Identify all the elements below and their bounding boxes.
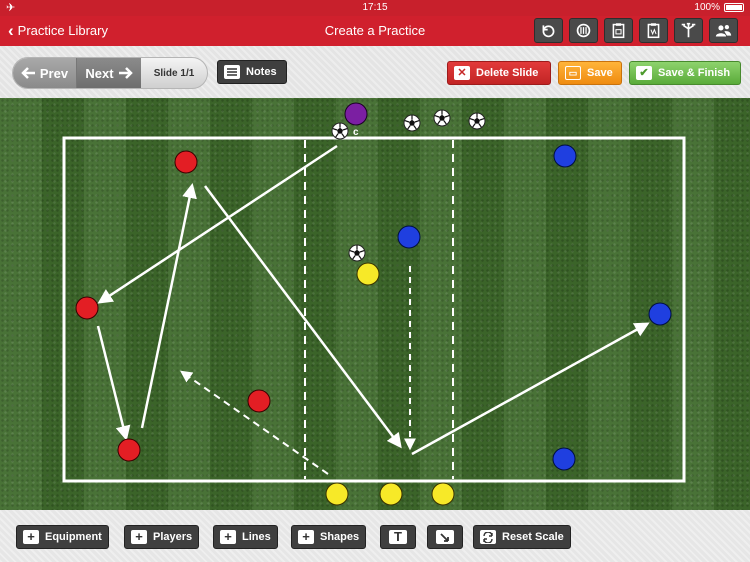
pass-arrow[interactable] — [411, 322, 650, 456]
checkmark-icon: ✔ — [636, 66, 652, 80]
pass-arrow[interactable] — [140, 183, 197, 429]
battery-indicator: 100% — [694, 2, 744, 13]
notes-icon — [224, 65, 240, 79]
clipboard-icon[interactable] — [604, 18, 633, 43]
tree-icon[interactable] — [674, 18, 703, 43]
chevron-left-icon: ‹ — [8, 20, 14, 40]
back-label: Practice Library — [17, 23, 108, 38]
practice-pitch[interactable]: c — [0, 98, 750, 510]
battery-icon — [724, 3, 744, 12]
next-button[interactable]: Next — [77, 58, 141, 88]
soccer-ball-icon[interactable] — [331, 122, 349, 140]
yellow-player[interactable] — [431, 482, 455, 506]
red-player[interactable] — [174, 150, 198, 174]
pen-tool-button[interactable] — [427, 525, 463, 549]
red-player[interactable] — [117, 438, 141, 462]
prev-label: Prev — [39, 65, 69, 81]
close-icon: ✕ — [454, 66, 470, 80]
plus-icon: + — [220, 530, 236, 544]
pen-icon — [436, 530, 454, 544]
slide-navigator: Prev Next Slide 1/1 — [12, 57, 208, 89]
arrow-left-icon — [21, 67, 35, 79]
save-finish-button[interactable]: ✔ Save & Finish — [629, 61, 741, 85]
equipment-button[interactable]: + Equipment — [16, 525, 109, 549]
run-arrow[interactable] — [204, 185, 402, 449]
mirror-icon[interactable] — [569, 18, 598, 43]
blue-player[interactable] — [648, 302, 672, 326]
reset-scale-label: Reset Scale — [502, 531, 564, 543]
yellow-player[interactable] — [356, 262, 380, 286]
status-bar: ✈ 17:15 100% — [0, 0, 750, 16]
blue-player[interactable] — [397, 225, 421, 249]
arrow-right-icon — [118, 67, 133, 79]
text-tool-icon: T — [389, 530, 407, 544]
dribble-arrow[interactable] — [180, 370, 329, 475]
shapes-button[interactable]: + Shapes — [291, 525, 367, 549]
back-button[interactable]: ‹ Practice Library — [8, 20, 108, 40]
coach-label: c — [353, 127, 359, 138]
text-tool-button[interactable]: T — [380, 525, 416, 549]
soccer-ball-icon[interactable] — [348, 244, 366, 262]
red-player[interactable] — [247, 389, 271, 413]
nav-bar: ‹ Practice Library Create a Practice — [0, 16, 750, 46]
plus-icon: + — [131, 530, 147, 544]
equipment-label: Equipment — [45, 531, 102, 543]
undo-icon[interactable] — [534, 18, 563, 43]
delete-slide-button[interactable]: ✕ Delete Slide — [447, 61, 551, 85]
next-label: Next — [85, 65, 114, 81]
save-label: Save — [587, 67, 613, 79]
lines-button[interactable]: + Lines — [213, 525, 278, 549]
plus-icon: + — [298, 530, 314, 544]
red-player[interactable] — [75, 296, 99, 320]
notes-button[interactable]: Notes — [217, 60, 287, 84]
page-title: Create a Practice — [324, 23, 426, 38]
plus-icon: + — [23, 530, 39, 544]
save-icon: ▭ — [565, 66, 581, 80]
nav-icon-group — [534, 18, 738, 43]
reset-scale-button[interactable]: Reset Scale — [473, 525, 571, 549]
shapes-label: Shapes — [320, 531, 360, 543]
slide-indicator: Slide 1/1 — [153, 67, 195, 79]
blue-player[interactable] — [552, 447, 576, 471]
players-button[interactable]: + Players — [124, 525, 200, 549]
notes-label: Notes — [246, 66, 277, 78]
reset-icon — [480, 530, 496, 544]
field-boundary — [62, 136, 686, 483]
yellow-player[interactable] — [379, 482, 403, 506]
yellow-player[interactable] — [325, 482, 349, 506]
lines-label: Lines — [242, 531, 271, 543]
battery-percent: 100% — [694, 2, 720, 13]
users-icon[interactable] — [709, 18, 738, 43]
soccer-ball-icon[interactable] — [403, 114, 421, 132]
coach-player[interactable] — [344, 102, 368, 126]
soccer-ball-icon[interactable] — [468, 112, 486, 130]
pass-arrow[interactable] — [96, 325, 131, 441]
soccer-ball-icon[interactable] — [433, 109, 451, 127]
pitch-drawing: c — [62, 102, 686, 506]
delete-slide-label: Delete Slide — [476, 67, 539, 79]
bottom-toolbar: + Equipment + Players + Lines + Shapes T… — [0, 510, 750, 562]
pass-arrow[interactable] — [97, 144, 338, 304]
blue-player[interactable] — [553, 144, 577, 168]
save-finish-label: Save & Finish — [658, 67, 731, 79]
prev-button[interactable]: Prev — [13, 58, 77, 88]
status-time: 17:15 — [362, 2, 388, 13]
save-button[interactable]: ▭ Save — [558, 61, 622, 85]
players-label: Players — [153, 531, 193, 543]
copy-icon[interactable] — [639, 18, 668, 43]
